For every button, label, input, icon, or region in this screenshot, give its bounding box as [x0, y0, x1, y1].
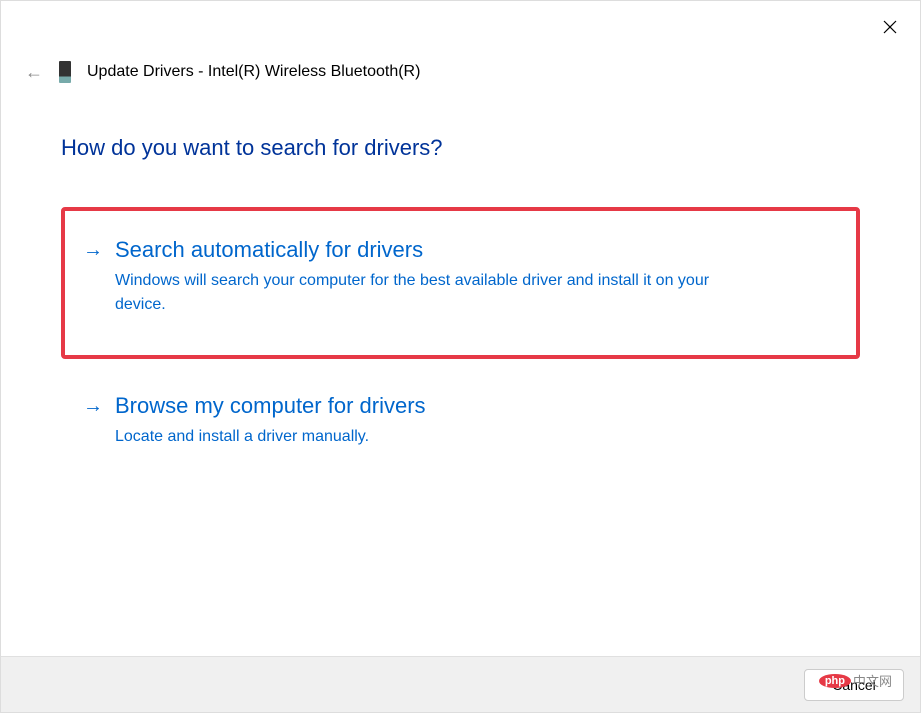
prompt-heading: How do you want to search for drivers?	[61, 135, 443, 161]
cancel-button[interactable]: Cancel	[804, 669, 904, 701]
dialog-footer: Cancel	[1, 656, 920, 712]
arrow-right-icon: →	[83, 235, 103, 265]
device-icon	[59, 61, 71, 83]
option-description: Windows will search your computer for th…	[115, 269, 755, 317]
arrow-right-icon: →	[83, 391, 103, 421]
cancel-label: Cancel	[832, 677, 876, 693]
option-description: Locate and install a driver manually.	[115, 425, 755, 449]
close-icon	[883, 20, 897, 34]
dialog-header: ← Update Drivers - Intel(R) Wireless Blu…	[25, 61, 420, 83]
close-button[interactable]	[880, 17, 900, 37]
back-arrow-icon: ←	[25, 62, 43, 83]
option-title: Browse my computer for drivers	[115, 391, 838, 421]
option-search-automatically[interactable]: → Search automatically for drivers Windo…	[61, 207, 860, 359]
dialog-title: Update Drivers - Intel(R) Wireless Bluet…	[87, 63, 420, 81]
option-content: Search automatically for drivers Windows…	[115, 235, 838, 317]
option-content: Browse my computer for drivers Locate an…	[115, 391, 838, 449]
option-title: Search automatically for drivers	[115, 235, 838, 265]
option-browse-computer[interactable]: → Browse my computer for drivers Locate …	[61, 383, 860, 449]
